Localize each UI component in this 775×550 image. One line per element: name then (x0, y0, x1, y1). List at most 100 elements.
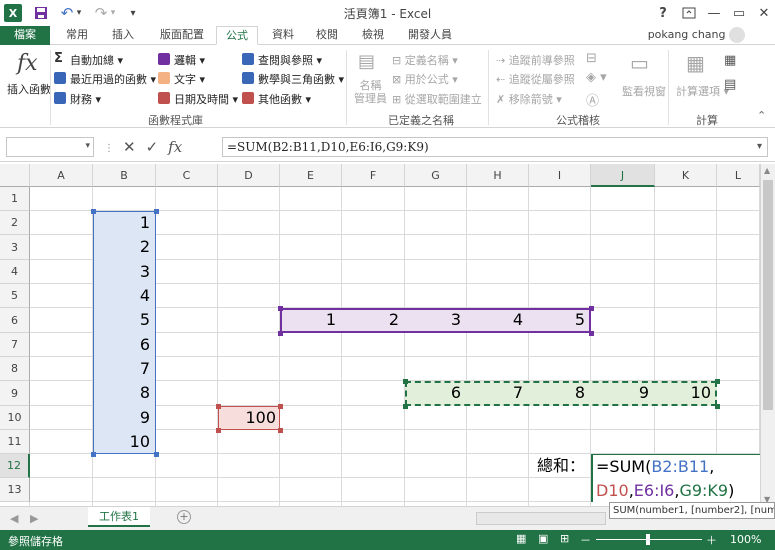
row-header-9[interactable]: 9 (0, 381, 30, 406)
zoom-out-button[interactable]: － (580, 532, 591, 548)
calc-sheet-icon[interactable]: ▤ (724, 77, 736, 92)
range-handle[interactable] (589, 306, 594, 311)
cell-b5[interactable]: 4 (93, 284, 150, 308)
cell-b3[interactable]: 2 (93, 235, 150, 259)
cell-b6[interactable]: 5 (93, 308, 150, 332)
cell-g6[interactable]: 3 (405, 308, 461, 332)
zoom-in-button[interactable]: ＋ (706, 532, 717, 548)
column-header-c[interactable]: C (156, 164, 218, 187)
cell-i6[interactable]: 5 (529, 308, 585, 332)
cell-d10[interactable]: 100 (218, 406, 276, 430)
insert-function-icon[interactable]: fx (17, 51, 38, 76)
row-header-5[interactable]: 5 (0, 284, 30, 308)
create-from-selection-button[interactable]: ⊞ 從選取範圍建立 (392, 91, 482, 107)
row-header-3[interactable]: 3 (0, 235, 30, 260)
next-sheet-icon[interactable]: ▶ (30, 512, 38, 525)
trace-precedents-button[interactable]: ⇢ 追蹤前導參照 (496, 52, 575, 68)
evaluate-formula-icon[interactable]: Ⓐ (586, 90, 599, 109)
page-break-view-icon[interactable]: ⊞ (560, 532, 569, 545)
expand-formula-bar-icon[interactable]: ▾ (757, 141, 762, 152)
cell-h9[interactable]: 7 (467, 381, 523, 405)
column-header-k[interactable]: K (655, 164, 717, 187)
column-header-b[interactable]: B (93, 164, 156, 187)
cell-e6[interactable]: 1 (280, 308, 336, 332)
logical-button[interactable]: 邏輯 ▾ (174, 52, 205, 68)
cell-b9[interactable]: 8 (93, 381, 150, 405)
tab-page-layout[interactable]: 版面配置 (152, 26, 212, 45)
formula-input[interactable]: =SUM(B2:B11,D10,E6:I6,G9:K9) (222, 137, 768, 157)
watch-window-button[interactable]: 監看視窗 (622, 83, 666, 99)
cell-h6[interactable]: 4 (467, 308, 523, 332)
tab-home[interactable]: 常用 (58, 26, 96, 45)
user-name[interactable]: pokang chang (648, 27, 745, 43)
help-button[interactable]: ? (651, 2, 675, 24)
row-header-1[interactable]: 1 (0, 187, 30, 211)
row-header-8[interactable]: 8 (0, 357, 30, 381)
add-sheet-button[interactable]: + (177, 510, 191, 524)
calc-now-icon[interactable]: ▦ (724, 53, 736, 68)
column-header-i[interactable]: I (529, 164, 591, 187)
cell-g9[interactable]: 6 (405, 381, 461, 405)
insert-function-button[interactable]: 插入函數 (7, 81, 51, 97)
trace-dependents-button[interactable]: ⇠ 追蹤從屬參照 (496, 71, 575, 87)
row-header-4[interactable]: 4 (0, 260, 30, 284)
row-header-11[interactable]: 11 (0, 430, 30, 454)
ribbon-display-icon[interactable] (677, 2, 701, 24)
close-button[interactable]: ✕ (752, 2, 775, 24)
range-handle[interactable] (154, 452, 159, 457)
cell-b10[interactable]: 9 (93, 406, 150, 430)
datetime-button[interactable]: 日期及時間 ▾ (174, 91, 238, 107)
cell-i9[interactable]: 8 (529, 381, 585, 405)
tab-formulas[interactable]: 公式 (216, 26, 258, 45)
define-name-button[interactable]: ⊟ 定義名稱 ▾ (392, 52, 458, 68)
remove-arrows-button[interactable]: ✗ 移除箭號 ▾ (496, 91, 562, 107)
range-handle[interactable] (715, 404, 720, 409)
calculation-options-button[interactable]: 計算選項 ▾ (676, 83, 729, 99)
more-functions-button[interactable]: 其他函數 ▾ (258, 91, 311, 107)
tab-view[interactable]: 檢視 (354, 26, 392, 45)
name-box[interactable]: ▾ (6, 137, 94, 157)
column-header-j[interactable]: J (591, 164, 655, 187)
range-handle[interactable] (154, 209, 159, 214)
column-header-h[interactable]: H (467, 164, 529, 187)
lookup-button[interactable]: 查閱與參照 ▾ (258, 52, 322, 68)
cell-b2[interactable]: 1 (93, 211, 150, 235)
column-header-g[interactable]: G (405, 164, 467, 187)
tab-file[interactable]: 檔案 (0, 26, 50, 45)
zoom-slider-thumb[interactable] (646, 534, 650, 545)
sheet-tab-sheet1[interactable]: 工作表1 (88, 507, 150, 527)
show-formulas-icon[interactable]: ⊟ (586, 51, 597, 66)
recent-functions-button[interactable]: 最近用過的函數 ▾ (70, 71, 156, 87)
sum-label[interactable]: 總和： (519, 454, 585, 478)
cell-b11[interactable]: 10 (93, 430, 150, 454)
range-handle[interactable] (278, 404, 283, 409)
range-handle[interactable] (715, 379, 720, 384)
row-header-7[interactable]: 7 (0, 333, 30, 357)
column-header-l[interactable]: L (717, 164, 760, 187)
cell-j12-editor[interactable]: =SUM(B2:B11,D10,E6:I6,G9:K9) (591, 454, 760, 502)
minimize-button[interactable]: — (702, 2, 726, 24)
column-header-e[interactable]: E (280, 164, 342, 187)
collapse-ribbon-icon[interactable]: ⌃ (757, 109, 766, 122)
autosum-button[interactable]: 自動加總 ▾ (70, 52, 123, 68)
cell-k9[interactable]: 10 (655, 381, 711, 405)
scroll-thumb[interactable] (763, 180, 773, 410)
row-header-10[interactable]: 10 (0, 406, 30, 430)
use-in-formula-button[interactable]: ⊠ 用於公式 ▾ (392, 71, 458, 87)
text-button[interactable]: 文字 ▾ (174, 71, 205, 87)
name-manager-button[interactable]: 名稱 管理員 (354, 79, 387, 105)
select-all-corner[interactable] (0, 164, 30, 187)
tab-developer[interactable]: 開發人員 (400, 26, 460, 45)
scroll-up-icon[interactable]: ▲ (764, 166, 770, 175)
math-button[interactable]: 數學與三角函數 ▾ (258, 71, 344, 87)
enter-icon[interactable]: ✓ (146, 138, 159, 156)
cell-b7[interactable]: 6 (93, 333, 150, 357)
cell-b8[interactable]: 7 (93, 357, 150, 381)
normal-view-icon[interactable]: ▦ (516, 532, 526, 545)
column-header-d[interactable]: D (218, 164, 280, 187)
zoom-level[interactable]: 100% (730, 533, 761, 546)
column-header-a[interactable]: A (30, 164, 93, 187)
column-header-f[interactable]: F (342, 164, 405, 187)
row-header-6[interactable]: 6 (0, 308, 30, 333)
row-header-12[interactable]: 12 (0, 454, 30, 478)
